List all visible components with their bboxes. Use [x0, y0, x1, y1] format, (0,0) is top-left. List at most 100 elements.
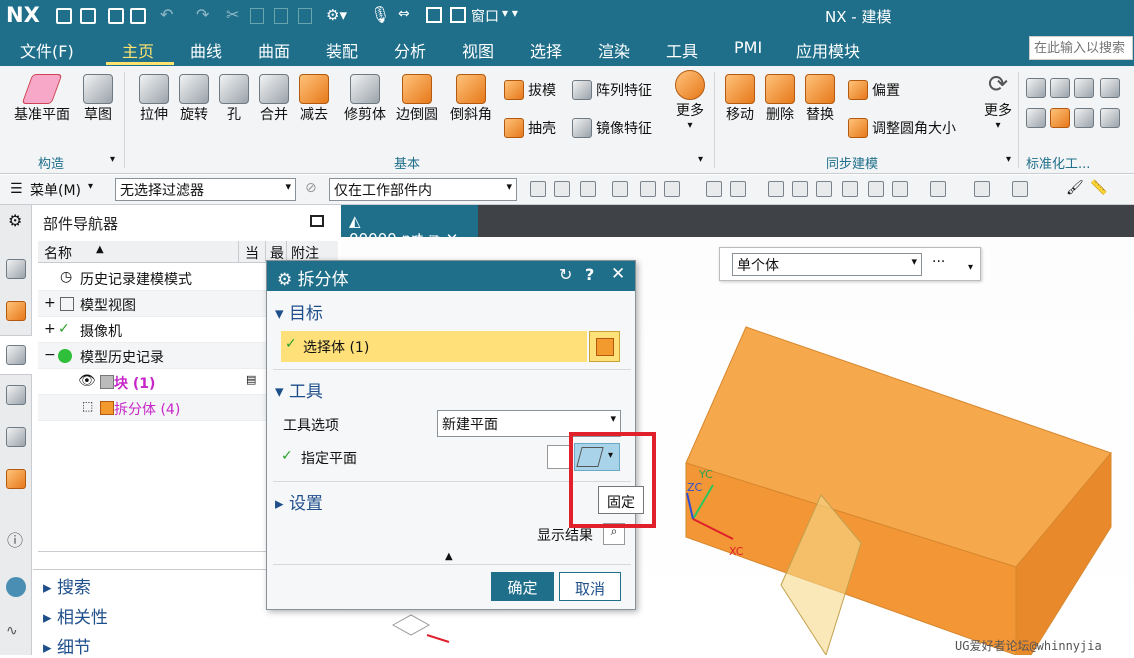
render-style-icon[interactable]	[974, 181, 990, 197]
rotate-view-icon[interactable]	[816, 181, 832, 197]
tab-curve[interactable]: 曲线	[190, 38, 222, 62]
std-tool-2-icon[interactable]	[1050, 78, 1070, 98]
part-navigator-icon[interactable]	[6, 301, 26, 321]
tab-analysis[interactable]: 分析	[394, 38, 426, 62]
draft-button[interactable]: 拔模	[504, 80, 556, 100]
edge-display-icon[interactable]	[930, 181, 946, 197]
offset-region-button[interactable]: 偏置	[848, 80, 900, 100]
hole-button[interactable]: 孔	[214, 74, 254, 124]
point-on-body-icon[interactable]	[640, 181, 656, 197]
filter-reset-icon[interactable]: ⊘	[305, 180, 317, 196]
revolve-button[interactable]: 旋转	[174, 74, 214, 124]
assembly-navigator-icon[interactable]	[6, 259, 26, 279]
view-orient-icon[interactable]	[768, 181, 784, 197]
window-icon[interactable]	[450, 7, 466, 23]
chamfer-button[interactable]: 倒斜角	[446, 74, 496, 124]
tab-assembly[interactable]: 装配	[326, 38, 358, 62]
window-switch-icon[interactable]	[426, 7, 442, 23]
settings-gear-icon[interactable]: ⚙	[8, 211, 22, 230]
new-file-icon[interactable]	[56, 8, 72, 24]
undo-icon[interactable]: ↶	[160, 5, 173, 24]
expand-icon[interactable]: +	[44, 321, 56, 337]
command-search-input[interactable]	[1029, 36, 1133, 60]
menu-dropdown-icon[interactable]: ▾	[88, 181, 93, 192]
pattern-feature-button[interactable]: 阵列特征	[572, 80, 652, 100]
std-tool-7-icon[interactable]	[1074, 108, 1094, 128]
select-tool-icon[interactable]	[554, 181, 570, 197]
tab-applications[interactable]: 应用模块	[796, 38, 860, 62]
column-name[interactable]: 名称	[44, 243, 72, 263]
mirror-feature-button[interactable]: 镜像特征	[572, 118, 652, 138]
touch-mode-icon[interactable]: ⇔	[398, 6, 410, 22]
tab-tools[interactable]: 工具	[666, 38, 698, 62]
tab-file[interactable]: 文件(F)	[20, 38, 74, 62]
roles-icon[interactable]: ∿	[6, 623, 18, 639]
tab-view[interactable]: 视图	[462, 38, 494, 62]
curve-rule-icon[interactable]	[580, 181, 596, 197]
move-face-button[interactable]: 移动	[720, 74, 760, 124]
frame-select-icon[interactable]	[892, 181, 908, 197]
hd3d-tools-icon[interactable]	[6, 385, 26, 405]
brush-icon[interactable]: 🖌	[1066, 180, 1084, 196]
open-file-icon[interactable]	[80, 8, 96, 24]
globe-icon[interactable]	[6, 577, 26, 597]
basic-more-button[interactable]: 更多 ▾	[670, 70, 710, 131]
reset-icon[interactable]: ↻	[559, 265, 572, 284]
section-search[interactable]: ▸ 搜索	[43, 573, 91, 598]
document-tab[interactable]: ◭ 00000.prt⧉✕	[341, 205, 478, 248]
body-select-icon[interactable]	[706, 181, 722, 197]
window-menu[interactable]: 窗口	[471, 6, 499, 26]
menu-icon[interactable]: ☰	[10, 181, 23, 197]
web-browser-icon[interactable]	[6, 427, 26, 447]
microphone-icon[interactable]: 🎙	[370, 5, 390, 24]
paste-icon[interactable]	[274, 8, 288, 24]
reuse-library-icon[interactable]	[6, 345, 26, 365]
trim-body-button[interactable]: 修剪体	[340, 74, 390, 124]
repeat-command-icon[interactable]: ⚙▾	[326, 6, 347, 24]
extrude-button[interactable]: 拉伸	[134, 74, 174, 124]
select-body-row[interactable]: ✓ 选择体 (1)	[281, 331, 587, 362]
type-filter-select[interactable]: 无选择过滤器	[115, 178, 296, 201]
point-snap-icon[interactable]	[664, 181, 680, 197]
sketch-button[interactable]: 草图	[78, 74, 118, 124]
save-as-icon[interactable]	[130, 8, 146, 24]
dialog-gear-icon[interactable]: ⚙	[277, 270, 298, 290]
group-sync-dropdown-icon[interactable]: ▾	[1006, 154, 1011, 165]
std-tool-1-icon[interactable]	[1026, 78, 1046, 98]
ruler-icon[interactable]: 📏	[1090, 180, 1107, 196]
section-details[interactable]: ▸ 细节	[43, 633, 91, 658]
group-construct-dropdown-icon[interactable]: ▾	[110, 154, 115, 165]
window-dropdown-icon[interactable]: ▾ ▾	[502, 6, 518, 20]
face-select-icon[interactable]	[730, 181, 746, 197]
menu-button[interactable]: 菜单(M)	[30, 180, 81, 200]
visible-eye-icon[interactable]: 👁	[78, 373, 96, 389]
std-tool-4-icon[interactable]	[1100, 78, 1120, 98]
tab-surface[interactable]: 曲面	[258, 38, 290, 62]
shell-button[interactable]: 抽壳	[504, 118, 556, 138]
collapse-icon[interactable]: −	[44, 347, 56, 363]
select-feature-icon[interactable]	[530, 181, 546, 197]
delete-face-button[interactable]: 删除	[760, 74, 800, 124]
std-tool-8-icon[interactable]	[1100, 108, 1120, 128]
std-tool-6-icon[interactable]	[1050, 108, 1070, 128]
unite-button[interactable]: 合并	[254, 74, 294, 124]
tab-select[interactable]: 选择	[530, 38, 562, 62]
std-tool-3-icon[interactable]	[1074, 78, 1094, 98]
shaded-icon[interactable]	[842, 181, 858, 197]
cut-icon[interactable]: ✂	[226, 5, 239, 24]
fit-view-icon[interactable]	[792, 181, 808, 197]
help-icon[interactable]: ?	[585, 265, 594, 284]
copy-icon[interactable]	[250, 8, 264, 24]
layer-icon[interactable]	[1012, 181, 1028, 197]
resize-blend-button[interactable]: 调整圆角大小	[848, 118, 956, 138]
dialog-close-icon[interactable]: ✕	[611, 264, 625, 284]
selection-scope-select[interactable]: 仅在工作部件内	[329, 178, 517, 201]
maximize-icon[interactable]	[310, 215, 324, 227]
subtract-button[interactable]: 减去	[294, 74, 334, 124]
tab-pmi[interactable]: PMI	[734, 38, 762, 57]
tool-section-header[interactable]: ▾ 工具	[275, 377, 630, 402]
info-icon[interactable]: ⓘ	[7, 527, 23, 551]
edge-blend-button[interactable]: 边倒圆	[392, 74, 442, 124]
column-current[interactable]: 当	[238, 241, 259, 263]
save-icon[interactable]	[108, 8, 124, 24]
